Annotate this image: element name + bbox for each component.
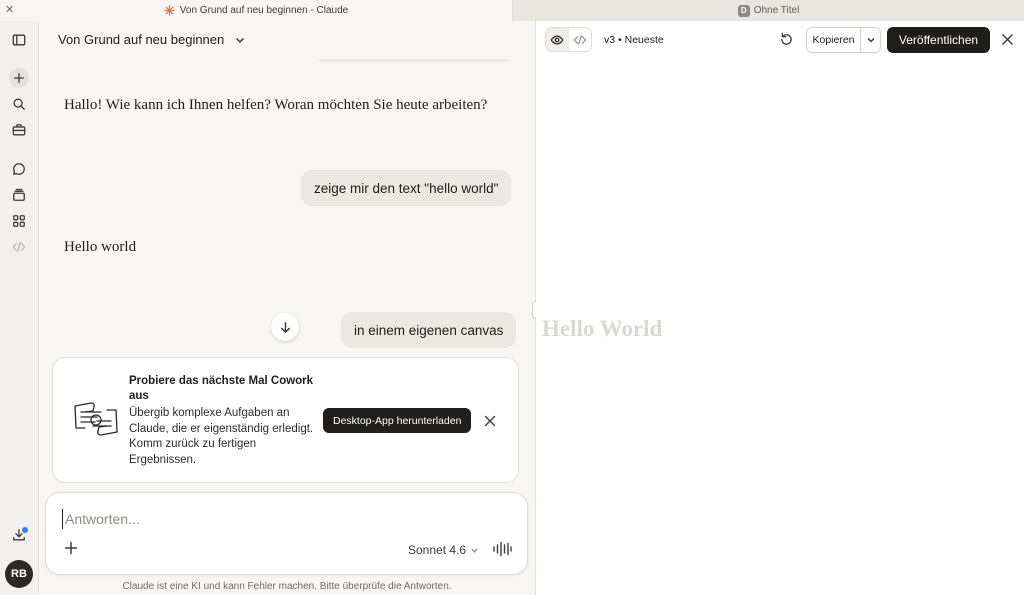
hands-illustration-icon	[71, 394, 121, 444]
publish-button[interactable]: Veröffentlichen	[887, 27, 990, 53]
version-indicator[interactable]: v3 • Neueste	[604, 34, 664, 46]
tab-title: Ohne Titel	[753, 5, 800, 16]
close-icon	[1002, 34, 1013, 45]
download-button[interactable]	[9, 525, 29, 545]
user-message: in einem eigenen canvas	[341, 312, 517, 348]
tab-title: Von Grund auf neu beginnen - Claude	[179, 5, 349, 16]
chevron-down-icon	[471, 548, 478, 553]
preview-tab[interactable]	[546, 28, 569, 51]
apps-button[interactable]	[9, 211, 29, 231]
search-icon	[13, 98, 25, 110]
scroll-to-bottom-button[interactable]	[271, 313, 299, 341]
chat-panel: Von Grund auf neu beginnen Hallo! Wie ka…	[39, 21, 535, 595]
code-button[interactable]	[9, 237, 29, 257]
assistant-message: Hello world	[64, 239, 137, 255]
scroll-fade	[319, 59, 509, 62]
sidebar-rail: RB	[0, 21, 39, 595]
close-artifact-button[interactable]	[1001, 33, 1015, 47]
copy-options-button[interactable]	[861, 28, 880, 52]
grid-icon	[13, 215, 25, 227]
add-attachment-button[interactable]	[64, 541, 80, 557]
code-icon	[573, 34, 587, 45]
projects-button[interactable]	[9, 120, 29, 140]
chats-button[interactable]	[9, 159, 29, 179]
close-icon	[484, 415, 496, 427]
model-name: Sonnet 4.6	[408, 543, 467, 557]
artifact-content: Hello World	[542, 316, 663, 341]
user-message: zeige mir den text "hello world"	[301, 170, 512, 206]
ai-disclaimer: Claude ist eine KI und kann Fehler mache…	[122, 581, 452, 592]
tab-untitled[interactable]: D Ohne Titel	[513, 0, 1024, 21]
eye-icon	[550, 34, 564, 45]
sidebar-icon	[12, 34, 26, 46]
version-number: v3	[604, 34, 616, 46]
reply-input[interactable]	[62, 509, 502, 529]
copy-button-group: Kopieren	[806, 27, 881, 53]
version-label: Neueste	[624, 34, 664, 46]
cowork-promo-card: Probiere das nächste Mal Cowork aus Über…	[52, 357, 519, 483]
waveform-icon	[493, 541, 512, 557]
model-selector[interactable]: Sonnet 4.6	[408, 543, 479, 557]
claude-logo-icon	[164, 5, 176, 17]
promo-title: Probiere das nächste Mal Cowork aus	[129, 375, 314, 402]
code-tab[interactable]	[569, 28, 592, 51]
chevron-down-icon	[866, 37, 875, 43]
close-tab-icon[interactable]: ✕	[5, 3, 14, 16]
assistant-message: Hallo! Wie kann ich Ihnen helfen? Woran …	[64, 97, 488, 113]
close-promo-button[interactable]	[483, 414, 497, 428]
chat-bubble-icon	[13, 163, 25, 175]
plus-icon	[13, 72, 25, 84]
conversation-title-button[interactable]: Von Grund auf neu beginnen	[58, 32, 246, 47]
copy-button[interactable]: Kopieren	[807, 28, 861, 52]
bullet-separator: •	[618, 34, 625, 46]
code-icon	[12, 241, 26, 253]
chevron-down-icon	[236, 37, 245, 43]
library-button[interactable]	[9, 185, 29, 205]
artifact-panel: v3 • Neueste Kopieren Veröffentlichen He…	[536, 21, 1024, 595]
tab-claude[interactable]: ✕ Von Grund auf neu beginnen - Claude	[0, 0, 513, 21]
search-button[interactable]	[9, 94, 29, 114]
arrow-down-icon	[280, 321, 290, 333]
voice-input-button[interactable]	[492, 541, 512, 557]
conversation-title: Von Grund auf neu beginnen	[58, 32, 225, 47]
message-composer: Sonnet 4.6	[45, 492, 528, 575]
stack-icon	[13, 188, 25, 201]
download-desktop-app-button[interactable]: Desktop-App herunterladen	[323, 408, 472, 433]
plus-icon	[64, 541, 78, 555]
notification-dot	[22, 527, 28, 533]
reload-button[interactable]	[779, 32, 795, 48]
view-toggle	[545, 27, 592, 52]
new-chat-button[interactable]	[9, 68, 29, 88]
refresh-icon	[781, 32, 792, 45]
briefcase-icon	[12, 124, 26, 136]
promo-description: Übergib komplexe Aufgaben an Claude, die…	[129, 407, 314, 466]
document-icon: D	[737, 4, 750, 17]
toggle-sidebar-button[interactable]	[9, 30, 29, 50]
browser-tab-bar: ✕ Von Grund auf neu beginnen - Claude D …	[0, 0, 1024, 21]
user-avatar[interactable]: RB	[5, 560, 33, 588]
